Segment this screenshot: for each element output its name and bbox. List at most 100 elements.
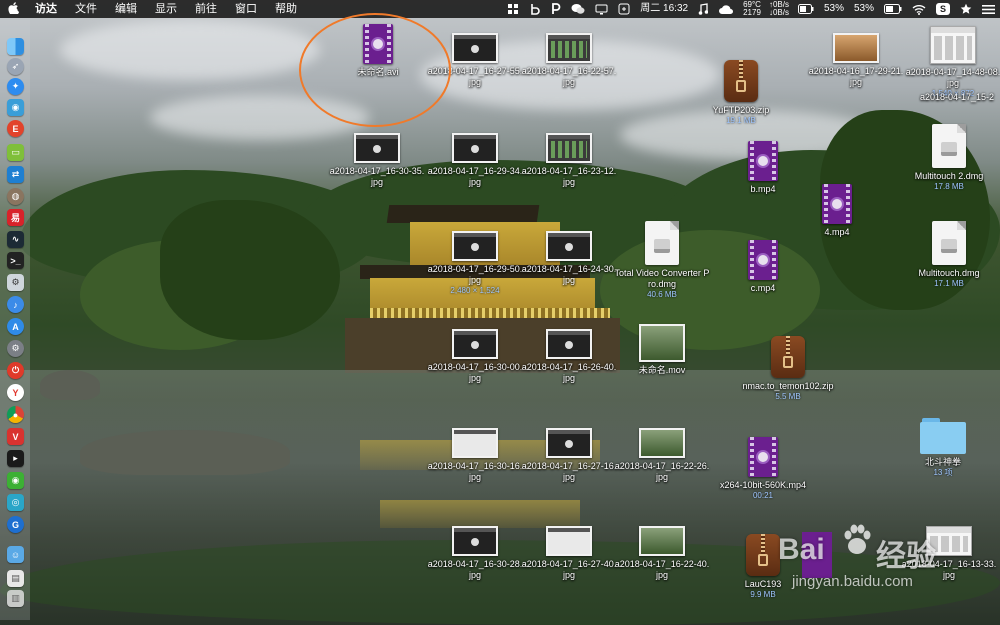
desktop-item[interactable]: x264-10bit-560K.mp4 00:21 [715,437,811,500]
app-b-status-icon[interactable] [524,0,546,18]
activity-monitor-icon[interactable]: ∿ [7,231,24,248]
app-store-icon[interactable]: A [7,318,24,335]
games-icon[interactable]: ◍ [7,188,24,205]
finder-app-icon[interactable]: ☺ [7,546,24,563]
menu-file[interactable]: 文件 [66,0,106,18]
notification-center-icon[interactable] [977,0,1000,18]
wechat-status-icon[interactable] [566,0,590,18]
app-red-icon[interactable]: E [7,120,24,137]
image-thumbnail [639,428,685,458]
desktop-item[interactable]: a2018-04-17_16-29-50.jpg 2,480 × 1,524 [427,231,523,295]
image-thumbnail [452,428,498,458]
yandex-icon[interactable]: Y [7,384,24,401]
desktop-item[interactable]: Multitouch.dmg 17.1 MB [901,221,997,288]
desktop-item[interactable]: 未命名.mov [614,324,710,376]
display-status-icon[interactable] [590,0,613,18]
battery-status-icon[interactable] [793,0,819,18]
menu-view[interactable]: 显示 [146,0,186,18]
datetime-status[interactable]: 周二 16:32 [635,0,693,18]
app-grid-status-icon[interactable] [613,0,635,18]
desktop-item[interactable]: c.mp4 [715,240,811,294]
file-name: a2018-04-17_16-27-16.jpg [521,461,617,482]
file-name: a2018-04-17_16-29-34.jpg [427,166,523,187]
menu-edit[interactable]: 编辑 [106,0,146,18]
terminal-icon[interactable]: >_ [7,252,24,269]
desktop-item[interactable]: a2018-04-17_16-30-28.jpg [427,526,523,581]
file-meta: 17.1 MB [934,279,964,288]
desktop-item[interactable]: a2018-04-17_14-48-08.jpg 1,540 × 872 [905,26,1000,98]
desktop-item[interactable]: nmac.to_temon102.zip 5.5 MB [740,336,836,401]
file-name: a2018-04-17_16-27-40.jpg [521,559,617,580]
menu-app-finder[interactable]: 访达 [26,0,66,18]
weather-status[interactable]: 69°C 2179 [739,0,765,18]
grid-status-icon[interactable] [502,0,524,18]
wechat-icon[interactable]: ◉ [7,472,24,489]
preview-icon[interactable]: ◉ [7,99,24,116]
power-icon[interactable]: ⏻ [7,362,24,379]
battery-icon[interactable] [879,0,907,18]
desktop-item[interactable]: a2018-04-17_16-22-57.jpg [521,33,617,88]
wifi-icon[interactable] [907,0,931,18]
status-area: 周二 16:32 69°C 2179 ↑0B/s ↓0B/s 53% 53% S [502,0,1000,18]
network-speed-status[interactable]: ↑0B/s ↓0B/s [765,0,793,18]
app-p-status-icon[interactable] [546,0,566,18]
battery-percent-2[interactable]: 53% [849,0,879,18]
android-icon[interactable]: ▭ [7,144,24,161]
desktop-item[interactable]: a2018-04-17_16-30-35.jpg [329,133,425,188]
menu-help[interactable]: 帮助 [266,0,306,18]
watermark-url: jingyan.baidu.com [792,573,913,590]
s-app-status-icon[interactable]: S [931,0,955,18]
desktop-item[interactable]: a2018-04-17_16-27-16.jpg [521,428,617,483]
cloud-status-icon[interactable] [713,0,739,18]
file-name: nmac.to_temon102.zip [742,381,834,391]
music-status-icon[interactable] [693,0,713,18]
vivaldi-icon[interactable]: V [7,428,24,445]
app-blue-icon[interactable]: ◎ [7,494,24,511]
desktop-item[interactable]: 4.mp4 [789,184,885,238]
desktop-item[interactable]: a2018-04-17_16-26-40.jpg [521,329,617,384]
file-name: a2018-04-16_17-29-21.jpg [808,66,904,87]
desktop-item[interactable]: a2018-04-17_15-2 [912,89,1000,103]
disk-image-icon [932,124,966,168]
trash-icon[interactable]: ▥ [7,590,24,607]
desktop-item[interactable]: a2018-04-17_16-30-16.jpg [427,428,523,483]
finder-icon[interactable] [7,38,24,55]
desktop-item[interactable]: a2018-04-17_16-22-40.jpg [614,526,710,581]
system-preferences-icon[interactable]: ⚙ [7,340,24,357]
migration-icon[interactable]: ⇄ [7,166,24,183]
utilities-icon[interactable]: ⚙ [7,274,24,291]
file-meta: 2,480 × 1,524 [450,286,500,295]
desktop-item[interactable]: a2018-04-16_17-29-21.jpg [808,33,904,88]
menu-window[interactable]: 窗口 [226,0,266,18]
file-name: 未命名.mov [638,365,686,375]
image-thumbnail [833,33,879,63]
desktop-item[interactable]: a2018-04-17_16-24-30.jpg [521,231,617,286]
desktop-item[interactable]: a2018-04-17_16-27-40.jpg [521,526,617,581]
browser-g-icon[interactable]: G [7,516,24,533]
desktop-item[interactable]: 北斗神拳 13 项 [895,418,991,477]
desktop-item[interactable]: a2018-04-17_16-30-00.jpg [427,329,523,384]
file-meta: 5.5 MB [775,392,801,401]
file-meta: 00:21 [752,491,774,500]
desktop-item[interactable]: Multitouch 2.dmg 17.8 MB [901,124,997,191]
video-file-icon [748,437,778,477]
siri-icon[interactable]: ♪ [7,296,24,313]
paw-icon [844,524,871,554]
apple-menu-icon[interactable] [0,1,26,17]
netease-icon[interactable]: 易 [7,209,24,226]
terminal2-icon[interactable]: ▸ [7,450,24,467]
desktop-item[interactable]: YuFTP203.zip 19.1 MB [693,60,789,125]
launchpad-icon[interactable]: ➶ [7,58,24,75]
downloads-icon[interactable]: ▤ [7,570,24,587]
image-thumbnail [546,231,592,261]
file-name: Multitouch.dmg [918,268,980,278]
desktop-item[interactable]: Total Video Converter Pro.dmg 40.6 MB [614,221,710,299]
safari-icon[interactable]: ✦ [7,78,24,95]
desktop-item[interactable]: a2018-04-17_16-23-12.jpg [521,133,617,188]
desktop-item[interactable]: a2018-04-17_16-29-34.jpg [427,133,523,188]
star-status-icon[interactable] [955,0,977,18]
chrome-icon[interactable]: ● [7,406,24,423]
desktop-item[interactable]: a2018-04-17_16-22-26.jpg [614,428,710,483]
menu-go[interactable]: 前往 [186,0,226,18]
battery-percent-1[interactable]: 53% [819,0,849,18]
